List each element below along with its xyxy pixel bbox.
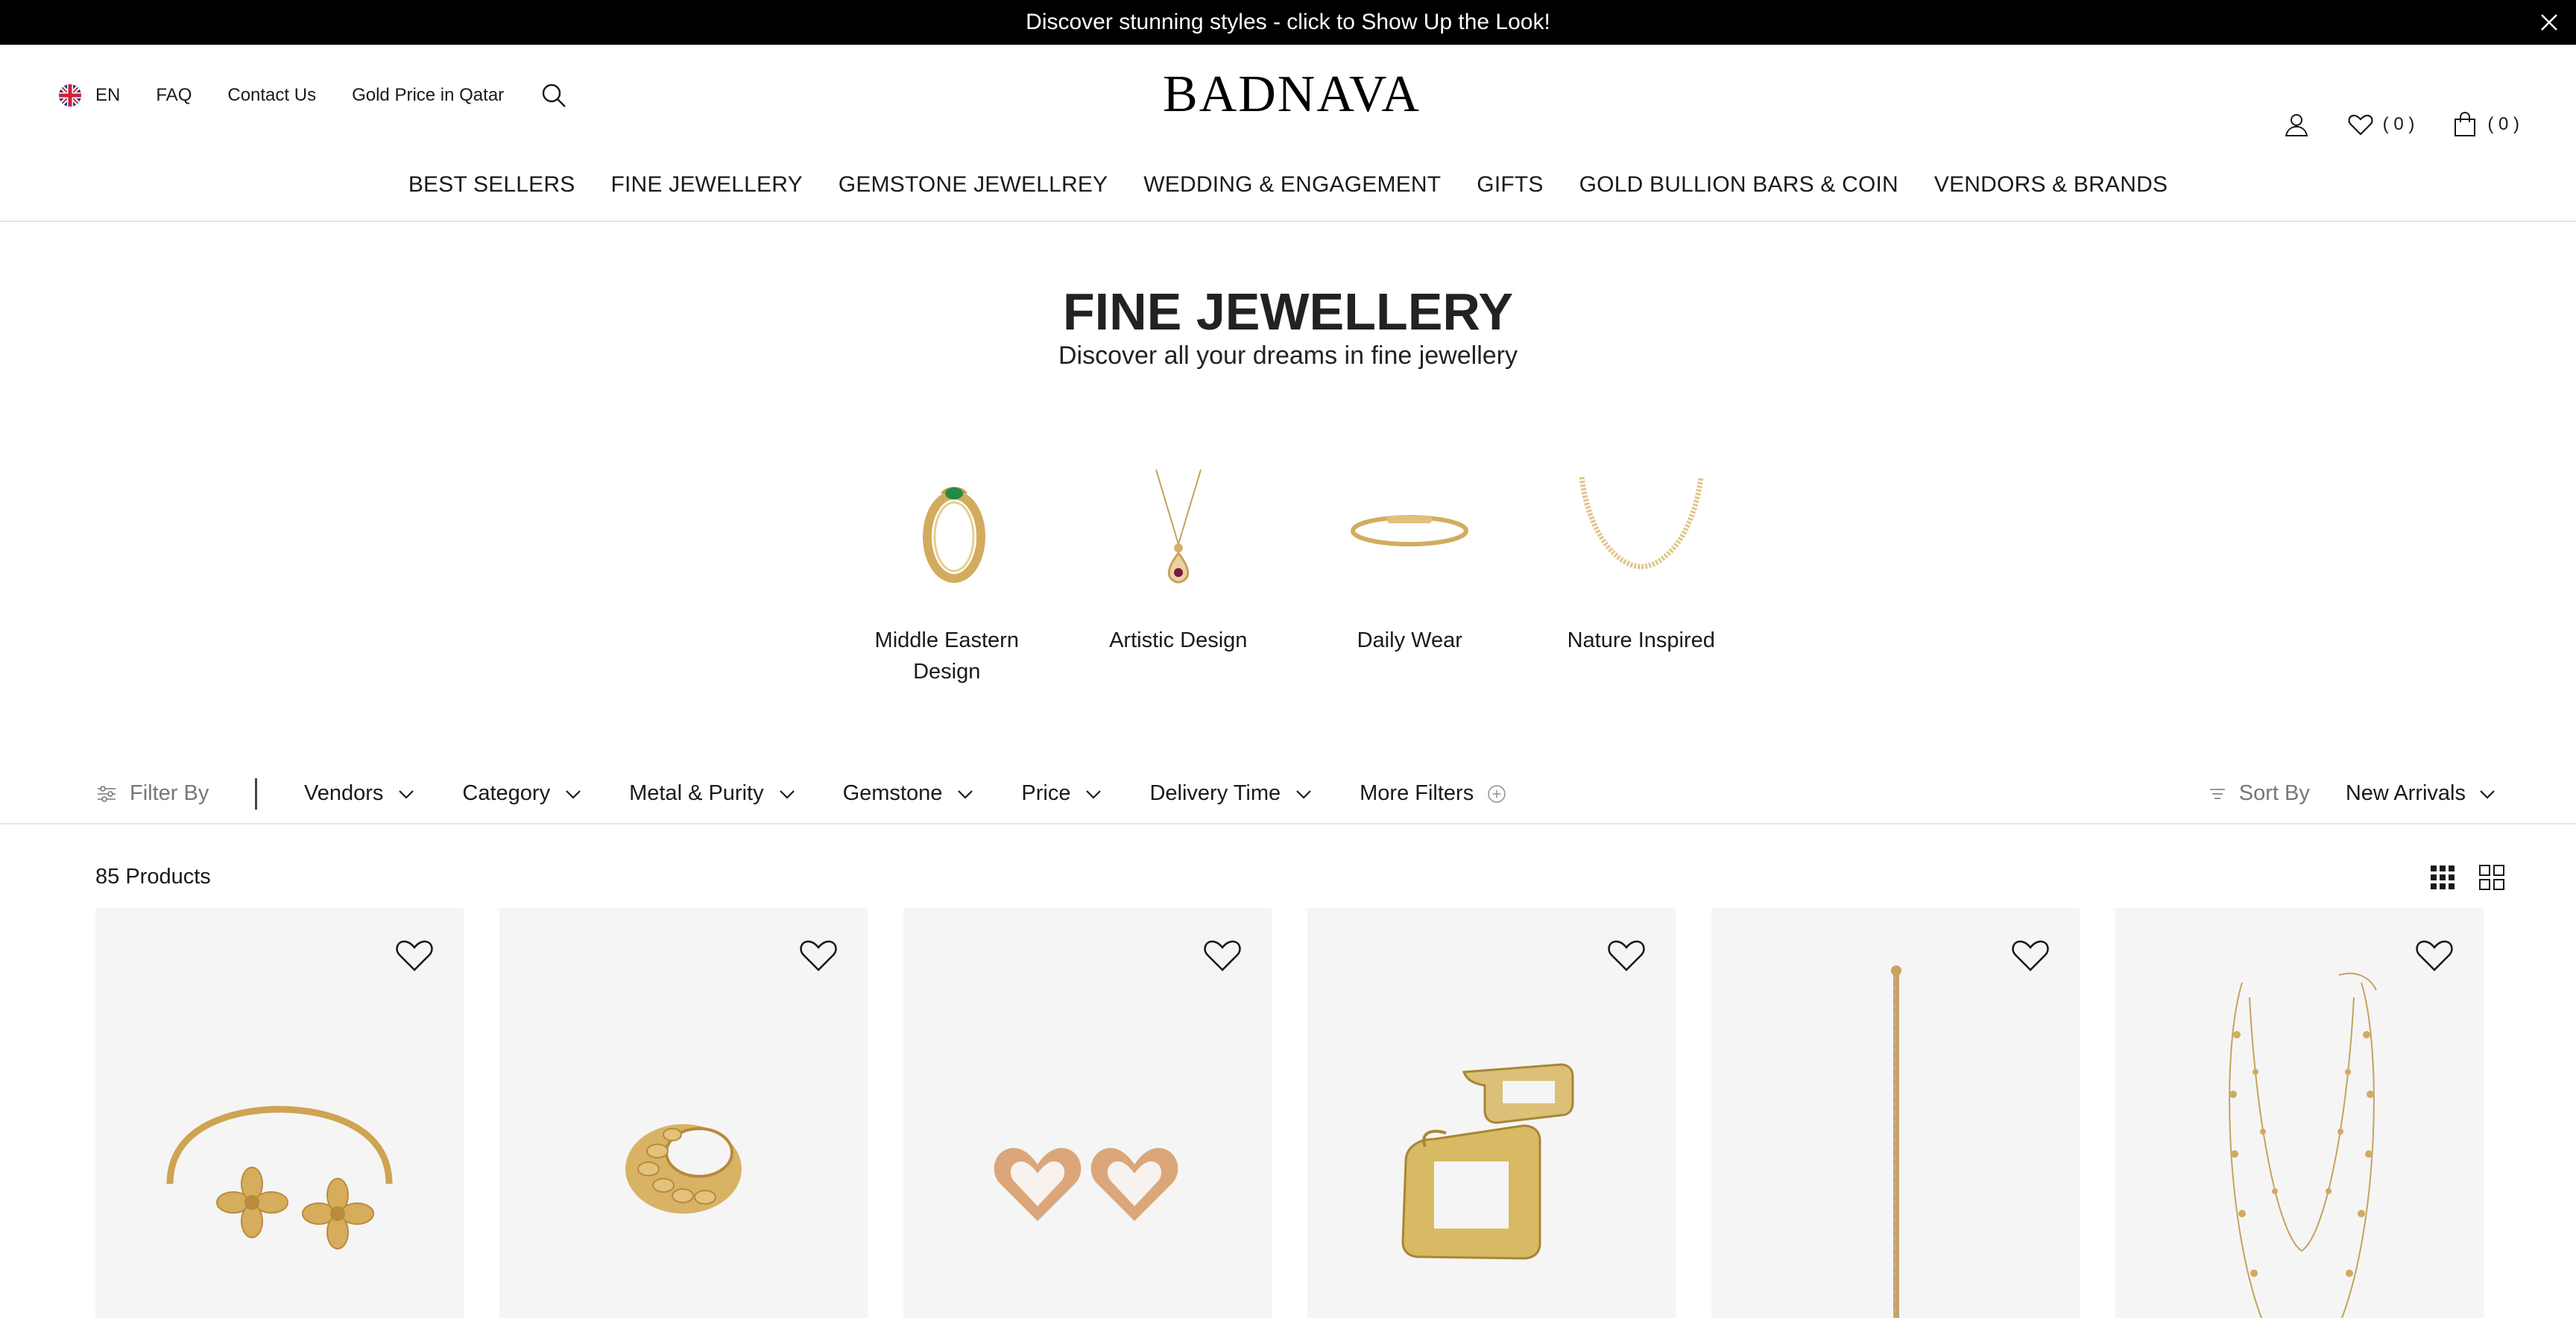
product-grid [95,908,2484,1318]
category-label[interactable]: Nature Inspired [1544,625,1738,656]
chevron-down-icon [399,789,414,799]
cart-button[interactable]: ( 0 ) [2452,111,2519,138]
product-card[interactable] [903,908,1272,1318]
category-daily-wear[interactable]: Daily Wear [1296,447,1524,686]
category-label[interactable]: Artistic Design [1082,625,1275,656]
filter-dropdowns: Vendors Category Metal & Purity Gemstone… [304,781,1506,806]
category-nature-inspired[interactable]: Nature Inspired [1528,447,1755,686]
nav-gold-bullion[interactable]: GOLD BULLION BARS & COIN [1579,165,1898,204]
chevron-down-icon [958,789,973,799]
filter-label[interactable]: Vendors [304,781,383,806]
product-card[interactable] [95,908,464,1318]
filter-divider-line [0,823,2576,824]
ring-icon[interactable] [872,447,1021,596]
wishlist-heart-icon[interactable] [798,935,839,977]
brand-logo[interactable]: BADNAVA [1163,69,1419,121]
more-filters-button[interactable]: More Filters [1360,781,1506,806]
product-card[interactable] [1711,908,2080,1318]
nav-fine-jewellery[interactable]: FINE JEWELLERY [610,165,802,204]
filter-label[interactable]: Category [462,781,550,806]
header-divider [0,221,2576,222]
wishlist-heart-icon[interactable] [2010,935,2051,977]
grid-large-icon[interactable] [2478,863,2506,892]
category-label[interactable]: Daily Wear [1313,625,1506,656]
wishlist-heart-icon[interactable] [394,935,435,977]
cart-count: ( 0 ) [2487,114,2519,134]
nav-vendors-brands[interactable]: VENDORS & BRANDS [1934,165,2168,204]
nav-gifts[interactable]: GIFTS [1477,165,1543,204]
page-subtitle: Discover all your dreams in fine jewelle… [1058,341,1518,370]
bangle-icon[interactable] [1335,447,1484,596]
search-icon[interactable] [540,81,568,110]
account-icon[interactable] [2283,111,2310,138]
product-card[interactable] [499,908,868,1318]
filter-category[interactable]: Category [462,781,583,806]
language-label[interactable]: EN [95,85,120,106]
nav-wedding-engagement[interactable]: WEDDING & ENGAGEMENT [1143,165,1441,204]
filter-gemstone[interactable]: Gemstone [843,781,976,806]
pendant-icon[interactable] [1104,447,1253,596]
filter-label[interactable]: Gemstone [843,781,943,806]
filter-label[interactable]: Metal & Purity [629,781,764,806]
wishlist-heart-icon[interactable] [2414,935,2455,977]
shopping-bag-icon [2455,111,2476,136]
contact-us-link[interactable]: Contact Us [227,85,316,106]
sort-by-label[interactable]: Sort By [2239,781,2310,806]
chevron-down-icon [779,789,795,799]
announcement-bar[interactable]: Discover stunning styles - click to Show… [0,0,2576,45]
filter-price[interactable]: Price [1021,781,1103,806]
gold-price-link[interactable]: Gold Price in Qatar [352,85,504,106]
uk-flag-icon [59,84,81,107]
chevron-down-icon[interactable] [2478,784,2497,804]
header-utility-right: ( 0 ) ( 0 ) [2283,109,2519,140]
chevron-down-icon [566,789,581,799]
nav-best-sellers[interactable]: BEST SELLERS [408,165,575,204]
sort-value[interactable]: New Arrivals [2346,781,2466,806]
wishlist-button[interactable]: ( 0 ) [2347,111,2415,138]
plus-circle-icon [1488,784,1506,803]
sliders-icon [98,785,116,802]
sort-control[interactable]: Sort By New Arrivals [2208,781,2497,806]
product-card[interactable] [2115,908,2484,1318]
more-filters-label[interactable]: More Filters [1360,781,1474,806]
filter-label[interactable]: Price [1021,781,1070,806]
view-toggle [2428,863,2506,892]
heart-icon [2348,114,2373,136]
nav-gemstone-jewellery[interactable]: GEMSTONE JEWELLREY [839,165,1108,204]
page-title: FINE JEWELLERY [1062,283,1514,341]
wishlist-heart-icon[interactable] [1202,935,1243,977]
filter-divider [255,778,257,810]
filter-by-button[interactable]: Filter By [95,781,209,806]
main-navigation: BEST SELLERS FINE JEWELLERY GEMSTONE JEW… [0,165,2576,204]
filter-metal-purity[interactable]: Metal & Purity [629,781,797,806]
category-label[interactable]: Middle Eastern Design [850,625,1044,687]
close-icon[interactable] [2536,9,2563,36]
filter-by-label[interactable]: Filter By [130,781,209,806]
filter-bar: Filter By Vendors Category Metal & Purit… [0,768,2576,824]
chevron-down-icon [1086,789,1102,799]
header-utility-left: EN FAQ Contact Us Gold Price in Qatar [58,78,568,113]
grid-dense-icon[interactable] [2428,863,2457,892]
category-middle-eastern[interactable]: Middle Eastern Design [833,447,1061,686]
chain-necklace-icon[interactable] [1567,447,1716,596]
announcement-text[interactable]: Discover stunning styles - click to Show… [1026,10,1550,35]
filter-delivery-time[interactable]: Delivery Time [1149,781,1313,806]
wishlist-heart-icon[interactable] [1606,935,1647,977]
sort-lines-icon [2209,788,2225,799]
category-artistic[interactable]: Artistic Design [1065,447,1292,686]
product-count: 85 Products [95,865,211,889]
chevron-down-icon [1296,789,1311,799]
wishlist-count: ( 0 ) [2382,114,2415,134]
filter-vendors[interactable]: Vendors [304,781,416,806]
category-list: Middle Eastern Design Artistic Design Da… [833,447,1755,686]
filter-label[interactable]: Delivery Time [1149,781,1281,806]
faq-link[interactable]: FAQ [156,85,192,106]
language-selector[interactable]: EN [58,83,120,107]
product-card[interactable] [1307,908,1676,1318]
